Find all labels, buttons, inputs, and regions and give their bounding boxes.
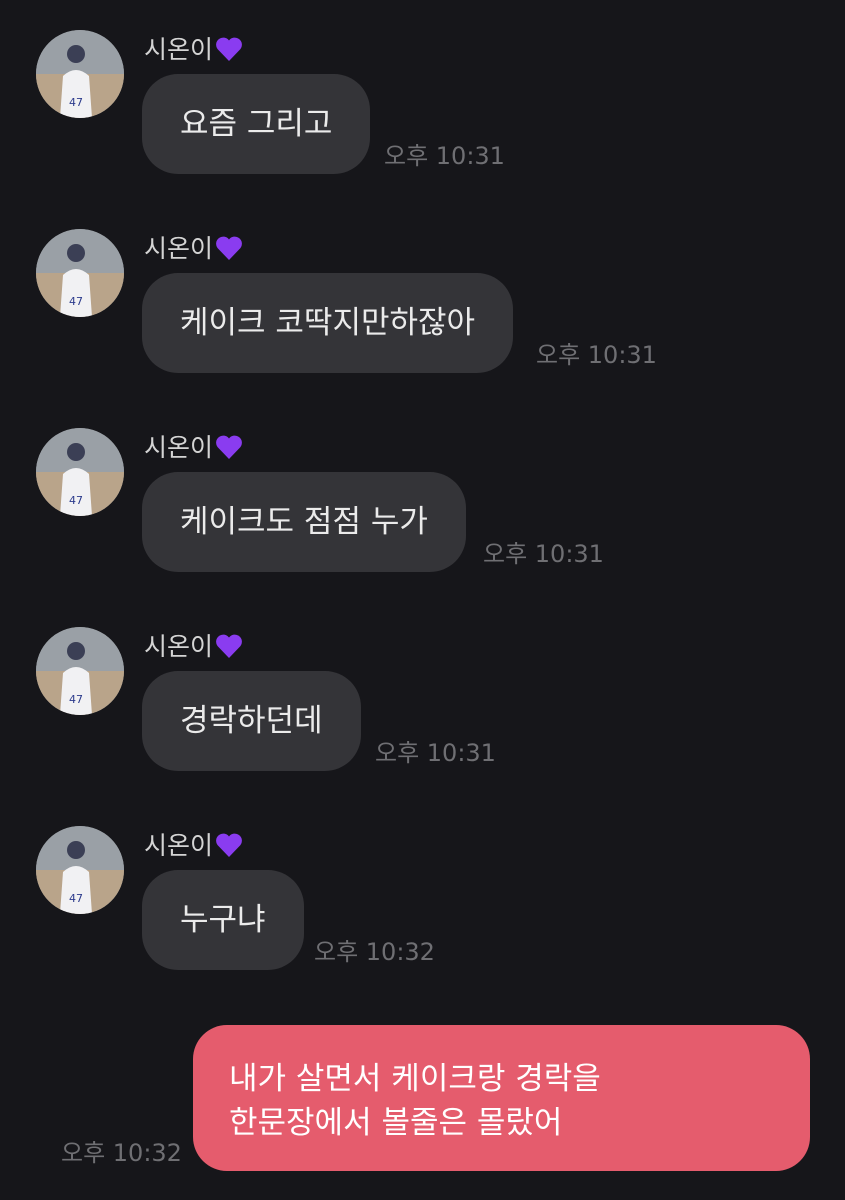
avatar[interactable]: 47 (36, 30, 124, 118)
message-bubble[interactable]: 요즘 그리고 (142, 74, 371, 174)
svg-text:47: 47 (69, 892, 83, 905)
sender-name: 시온이 (144, 432, 243, 464)
purple-heart-icon (216, 634, 242, 658)
sender-name-text: 시온이 (144, 831, 214, 860)
purple-heart-icon (216, 236, 242, 260)
message-bubble[interactable]: 케이크 코딱지만하잖아 (142, 273, 514, 373)
message-time: 오후 10:32 (314, 938, 435, 966)
profile-photo: 47 (36, 627, 124, 715)
purple-heart-icon (216, 37, 242, 61)
message-time: 오후 10:31 (375, 739, 496, 767)
message-time: 오후 10:31 (384, 142, 505, 170)
sender-name-text: 시온이 (144, 433, 214, 462)
my-message-line: 내가 살면서 케이크랑 경락을 (229, 1061, 601, 1097)
my-message-line: 한문장에서 볼줄은 몰랐어 (229, 1105, 563, 1141)
message-row: 47 시온이 누구냐 오후 10:32 (0, 826, 845, 1006)
sender-name-text: 시온이 (144, 234, 214, 263)
message-time: 오후 10:31 (536, 341, 657, 369)
my-message-bubble[interactable]: 내가 살면서 케이크랑 경락을 한문장에서 볼줄은 몰랐어 (193, 1025, 810, 1171)
message-row: 47 시온이 경락하던데 오후 10:31 (0, 627, 845, 807)
purple-heart-icon (216, 833, 242, 857)
sender-name: 시온이 (144, 830, 243, 862)
avatar[interactable]: 47 (36, 428, 124, 516)
my-message-time: 오후 10:32 (61, 1139, 182, 1167)
sender-name: 시온이 (144, 631, 243, 663)
sender-name: 시온이 (144, 34, 243, 66)
profile-photo: 47 (36, 30, 124, 118)
message-row: 47 시온이 요즘 그리고 오후 10:31 (0, 30, 845, 210)
message-row: 47 시온이 케이크도 점점 누가 오후 10:31 (0, 428, 845, 608)
message-bubble[interactable]: 경락하던데 (142, 671, 361, 771)
message-time: 오후 10:31 (483, 540, 604, 568)
avatar[interactable]: 47 (36, 229, 124, 317)
profile-photo: 47 (36, 229, 124, 317)
svg-text:47: 47 (69, 494, 83, 507)
svg-text:47: 47 (69, 96, 83, 109)
svg-text:47: 47 (69, 693, 83, 706)
sender-name-text: 시온이 (144, 632, 214, 661)
purple-heart-icon (216, 435, 242, 459)
sender-name: 시온이 (144, 233, 243, 265)
avatar[interactable]: 47 (36, 826, 124, 914)
message-bubble[interactable]: 누구냐 (142, 870, 304, 970)
message-bubble[interactable]: 케이크도 점점 누가 (142, 472, 466, 572)
svg-text:47: 47 (69, 295, 83, 308)
sender-name-text: 시온이 (144, 35, 214, 64)
message-row: 47 시온이 케이크 코딱지만하잖아 오후 10:31 (0, 229, 845, 409)
avatar[interactable]: 47 (36, 627, 124, 715)
profile-photo: 47 (36, 826, 124, 914)
profile-photo: 47 (36, 428, 124, 516)
